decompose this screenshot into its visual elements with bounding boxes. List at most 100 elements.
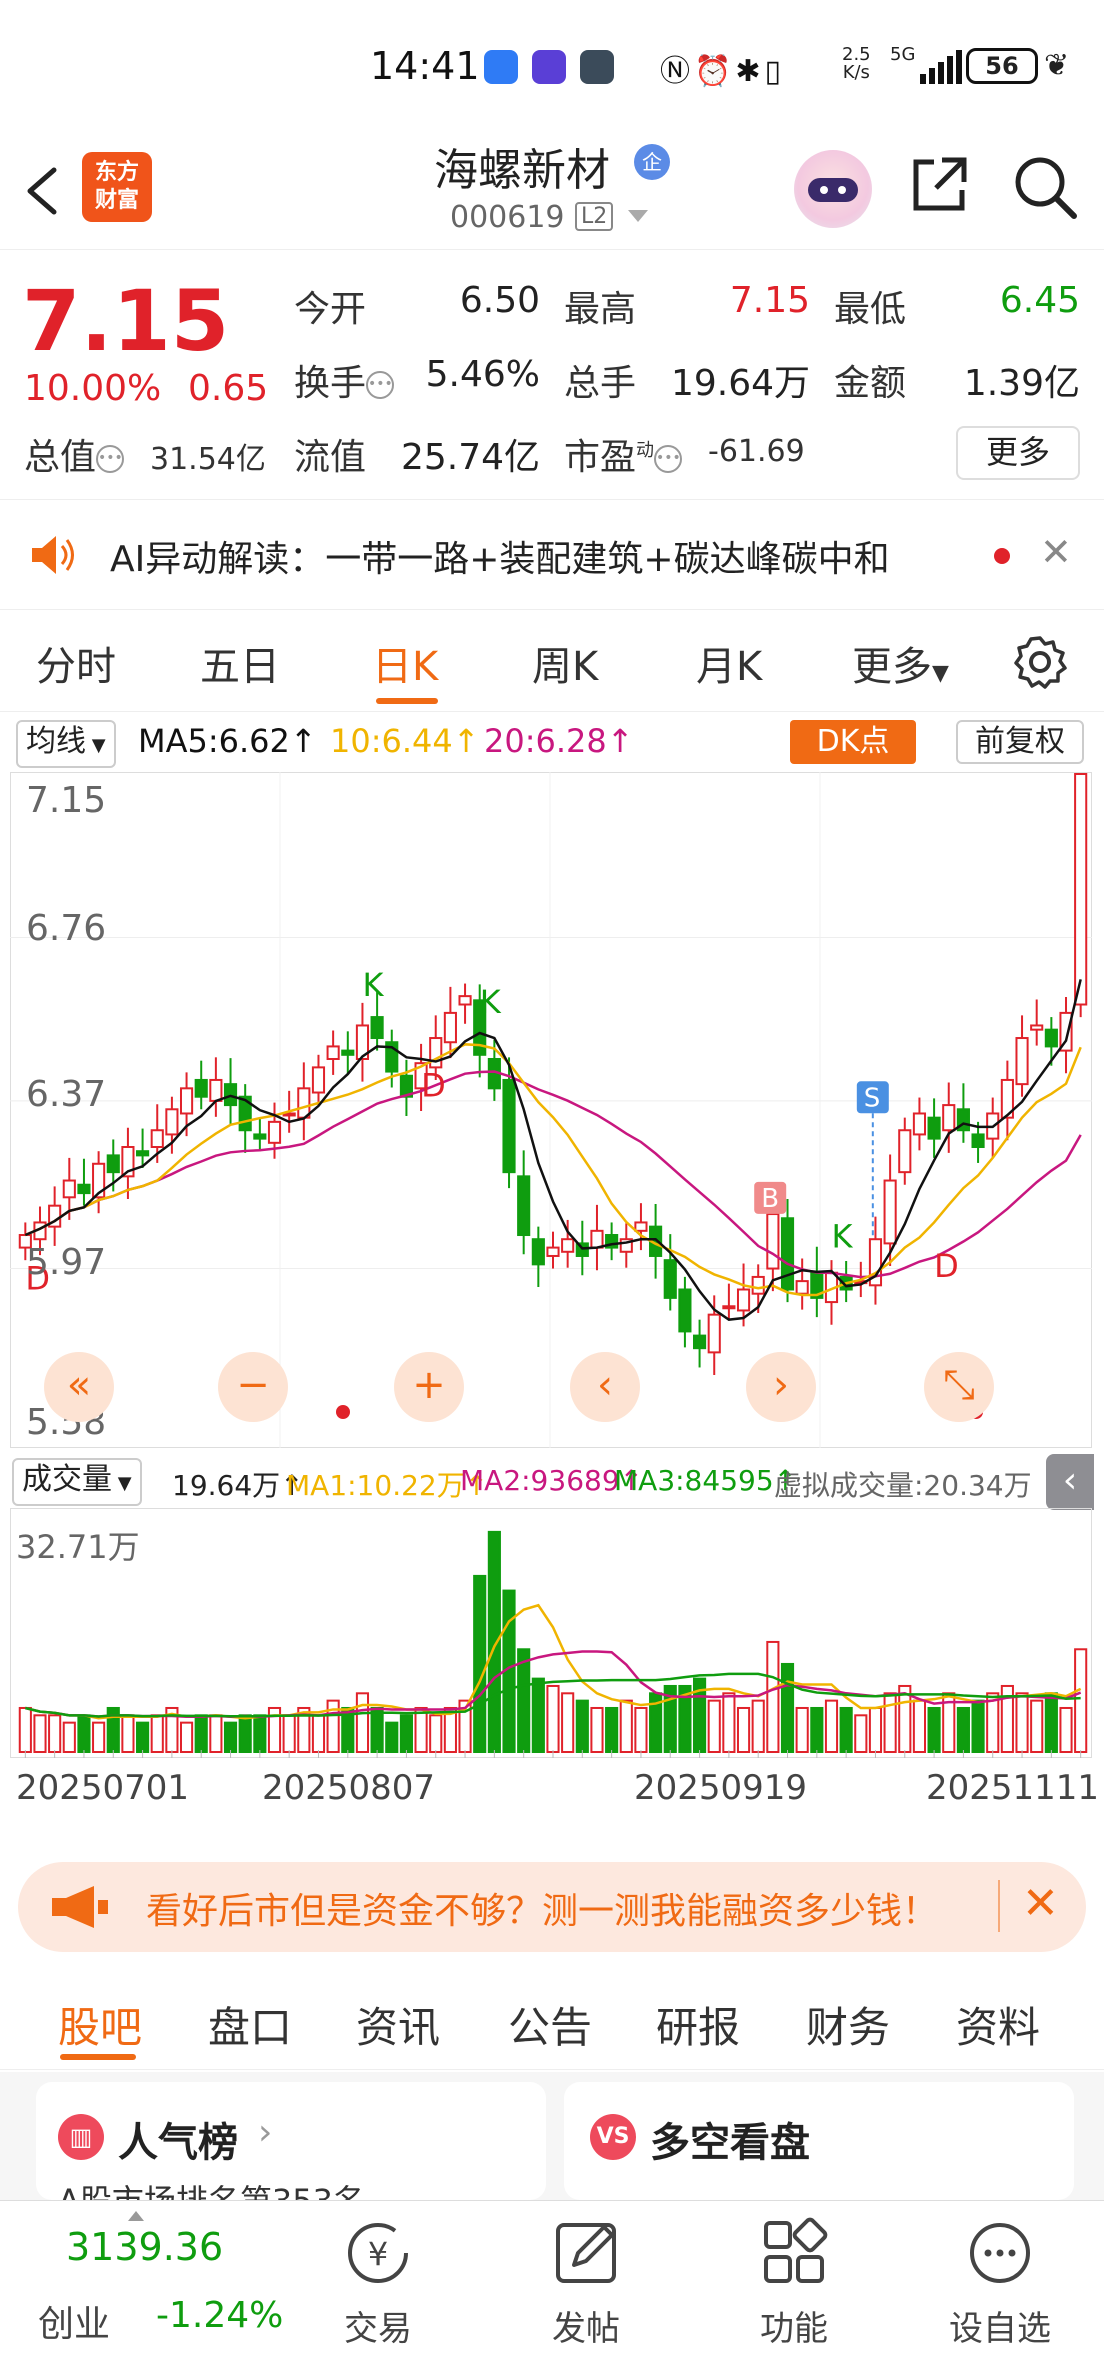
card-title: 人气榜 bbox=[118, 2120, 238, 2166]
tab-monthly-k[interactable]: 月K bbox=[696, 634, 762, 692]
zoom-out-far-button[interactable]: « bbox=[44, 1352, 114, 1422]
grid-icon[interactable] bbox=[724, 2215, 864, 2291]
zoom-out-button[interactable]: − bbox=[218, 1352, 288, 1422]
sell-label: S bbox=[864, 1083, 881, 1113]
message-notification-icon bbox=[580, 50, 614, 84]
volume-bar bbox=[634, 1706, 648, 1753]
volume-bar bbox=[209, 1714, 223, 1753]
volume-bar bbox=[179, 1721, 194, 1754]
candle-body bbox=[942, 1104, 956, 1132]
candle-body bbox=[912, 1112, 927, 1136]
signal-marker: D bbox=[934, 1247, 959, 1285]
svg-text:¥: ¥ bbox=[368, 2235, 388, 2273]
volume-bar bbox=[722, 1692, 736, 1753]
adjust-price-button[interactable]: 前复权 bbox=[956, 720, 1084, 764]
nav-trade[interactable]: 交易 bbox=[308, 2301, 448, 2350]
nav-add-watchlist[interactable]: 设自选 bbox=[930, 2301, 1070, 2350]
info-icon[interactable]: ••• bbox=[96, 445, 125, 473]
tab-research[interactable]: 研报 bbox=[656, 1994, 740, 2055]
info-icon[interactable]: ••• bbox=[654, 445, 683, 473]
megaphone-icon bbox=[52, 1886, 108, 1928]
tab-more[interactable]: 更多▼ bbox=[852, 634, 949, 692]
more-button[interactable]: 更多 bbox=[956, 426, 1080, 480]
candle-body bbox=[634, 1221, 648, 1232]
close-icon[interactable]: ✕ bbox=[1022, 1878, 1059, 1929]
volume-bar bbox=[282, 1714, 296, 1753]
candle-body bbox=[1074, 773, 1088, 1006]
tab-guba[interactable]: 股吧 bbox=[58, 1994, 142, 2055]
ai-insight-text[interactable]: AI异动解读：一带一路+装配建筑+碳达峰碳中和 bbox=[110, 530, 890, 582]
ai-assistant-avatar[interactable] bbox=[794, 150, 872, 228]
candle-body bbox=[1030, 1024, 1044, 1031]
share-icon[interactable] bbox=[906, 152, 972, 218]
volume-bar bbox=[1015, 1692, 1029, 1753]
mktcap-label[interactable]: 总值 ••• bbox=[24, 428, 125, 480]
chevron-down-icon[interactable] bbox=[628, 210, 648, 222]
volume-chart[interactable]: 32.71万 bbox=[10, 1508, 1092, 1758]
close-icon[interactable]: ✕ bbox=[1040, 530, 1072, 574]
candle-body bbox=[517, 1175, 531, 1237]
tab-daily-k[interactable]: 日K bbox=[372, 634, 438, 692]
candle-body bbox=[311, 1066, 326, 1094]
turnover-label[interactable]: 换手 ••• bbox=[294, 354, 395, 406]
app-notification-icon bbox=[484, 50, 518, 84]
post-icon[interactable] bbox=[516, 2215, 656, 2291]
ma20-value: 20:6.28↑ bbox=[484, 722, 634, 760]
ai-insight-bar[interactable]: AI异动解读：一带一路+装配建筑+碳达峰碳中和 ✕ bbox=[0, 500, 1104, 610]
tab-news[interactable]: 资讯 bbox=[356, 1994, 440, 2055]
pe-label-text: 市盈 bbox=[564, 437, 637, 478]
scroll-left-button[interactable]: ‹ bbox=[570, 1352, 640, 1422]
candle-body bbox=[707, 1313, 721, 1354]
app-notification-icon bbox=[532, 50, 566, 84]
pe-label[interactable]: 市盈动 ••• bbox=[564, 428, 683, 480]
index-value[interactable]: 3139.36 bbox=[66, 2225, 223, 2269]
scroll-right-button[interactable]: › bbox=[746, 1352, 816, 1422]
fullscreen-button[interactable]: ⤡ bbox=[924, 1352, 994, 1422]
search-icon[interactable] bbox=[1010, 152, 1080, 222]
zoom-in-button[interactable]: + bbox=[394, 1352, 464, 1422]
expand-panel-button[interactable]: ‹ bbox=[1046, 1454, 1094, 1510]
gear-icon[interactable] bbox=[1012, 634, 1068, 690]
volume-bar bbox=[590, 1706, 604, 1753]
dk-point-button[interactable]: DK点 bbox=[790, 720, 916, 764]
back-arrow-icon[interactable] bbox=[22, 166, 62, 216]
tab-five-day[interactable]: 五日 bbox=[200, 634, 280, 692]
index-name[interactable]: 创业 bbox=[38, 2295, 110, 2347]
trade-icon[interactable]: ¥ bbox=[308, 2215, 448, 2291]
more-circle-icon[interactable] bbox=[930, 2215, 1070, 2291]
candle-body bbox=[194, 1078, 208, 1098]
level2-badge[interactable]: L2 bbox=[575, 202, 614, 231]
eastmoney-logo[interactable]: 东方 财富 bbox=[82, 152, 152, 222]
candle-body bbox=[165, 1108, 179, 1136]
nav-post[interactable]: 发帖 bbox=[516, 2301, 656, 2350]
tab-intraday[interactable]: 分时 bbox=[36, 634, 116, 692]
caret-down-icon: ▼ bbox=[86, 735, 106, 756]
indicator-selector[interactable]: 均线 ▼ bbox=[16, 720, 116, 768]
tab-financials[interactable]: 财务 bbox=[806, 1994, 890, 2055]
mktcap-value: 31.54亿 bbox=[150, 442, 266, 477]
tab-order-book[interactable]: 盘口 bbox=[208, 1994, 292, 2055]
candle-body bbox=[297, 1087, 311, 1119]
volume-selector[interactable]: 成交量 ▼ bbox=[12, 1458, 142, 1506]
margin-promo-banner[interactable]: 看好后市但是资金不够？测一测我能融资多少钱！ ✕ bbox=[18, 1862, 1086, 1952]
y-tick-label: 6.37 bbox=[26, 1074, 107, 1115]
volume-bar bbox=[18, 1706, 32, 1753]
nav-functions[interactable]: 功能 bbox=[724, 2301, 864, 2350]
bull-bear-card[interactable]: VS 多空看盘 bbox=[564, 2082, 1074, 2200]
network-speed: 2.5 K/s bbox=[842, 46, 871, 82]
kline-chart[interactable]: KKKDDDBS 7.15 6.76 6.37 5.97 5.58 « − + … bbox=[10, 772, 1092, 1448]
promo-text[interactable]: 看好后市但是资金不够？测一测我能融资多少钱！ bbox=[146, 1882, 938, 1934]
volume-bar bbox=[370, 1706, 384, 1753]
tab-profile[interactable]: 资料 bbox=[956, 1994, 1040, 2055]
volume-bar bbox=[223, 1721, 238, 1754]
candle-body bbox=[502, 1078, 516, 1174]
float-value: 25.74亿 bbox=[400, 437, 540, 478]
volume-bar bbox=[385, 1721, 399, 1754]
info-icon[interactable]: ••• bbox=[366, 371, 395, 399]
signal-marker: D bbox=[421, 1067, 446, 1105]
popularity-card[interactable]: ▥ 人气榜 › A股市场排名第353名 bbox=[36, 2082, 546, 2200]
candle-body bbox=[883, 1179, 897, 1245]
tab-weekly-k[interactable]: 周K bbox=[532, 634, 598, 692]
tab-announcements[interactable]: 公告 bbox=[508, 1994, 592, 2055]
volume-bar bbox=[62, 1721, 76, 1754]
